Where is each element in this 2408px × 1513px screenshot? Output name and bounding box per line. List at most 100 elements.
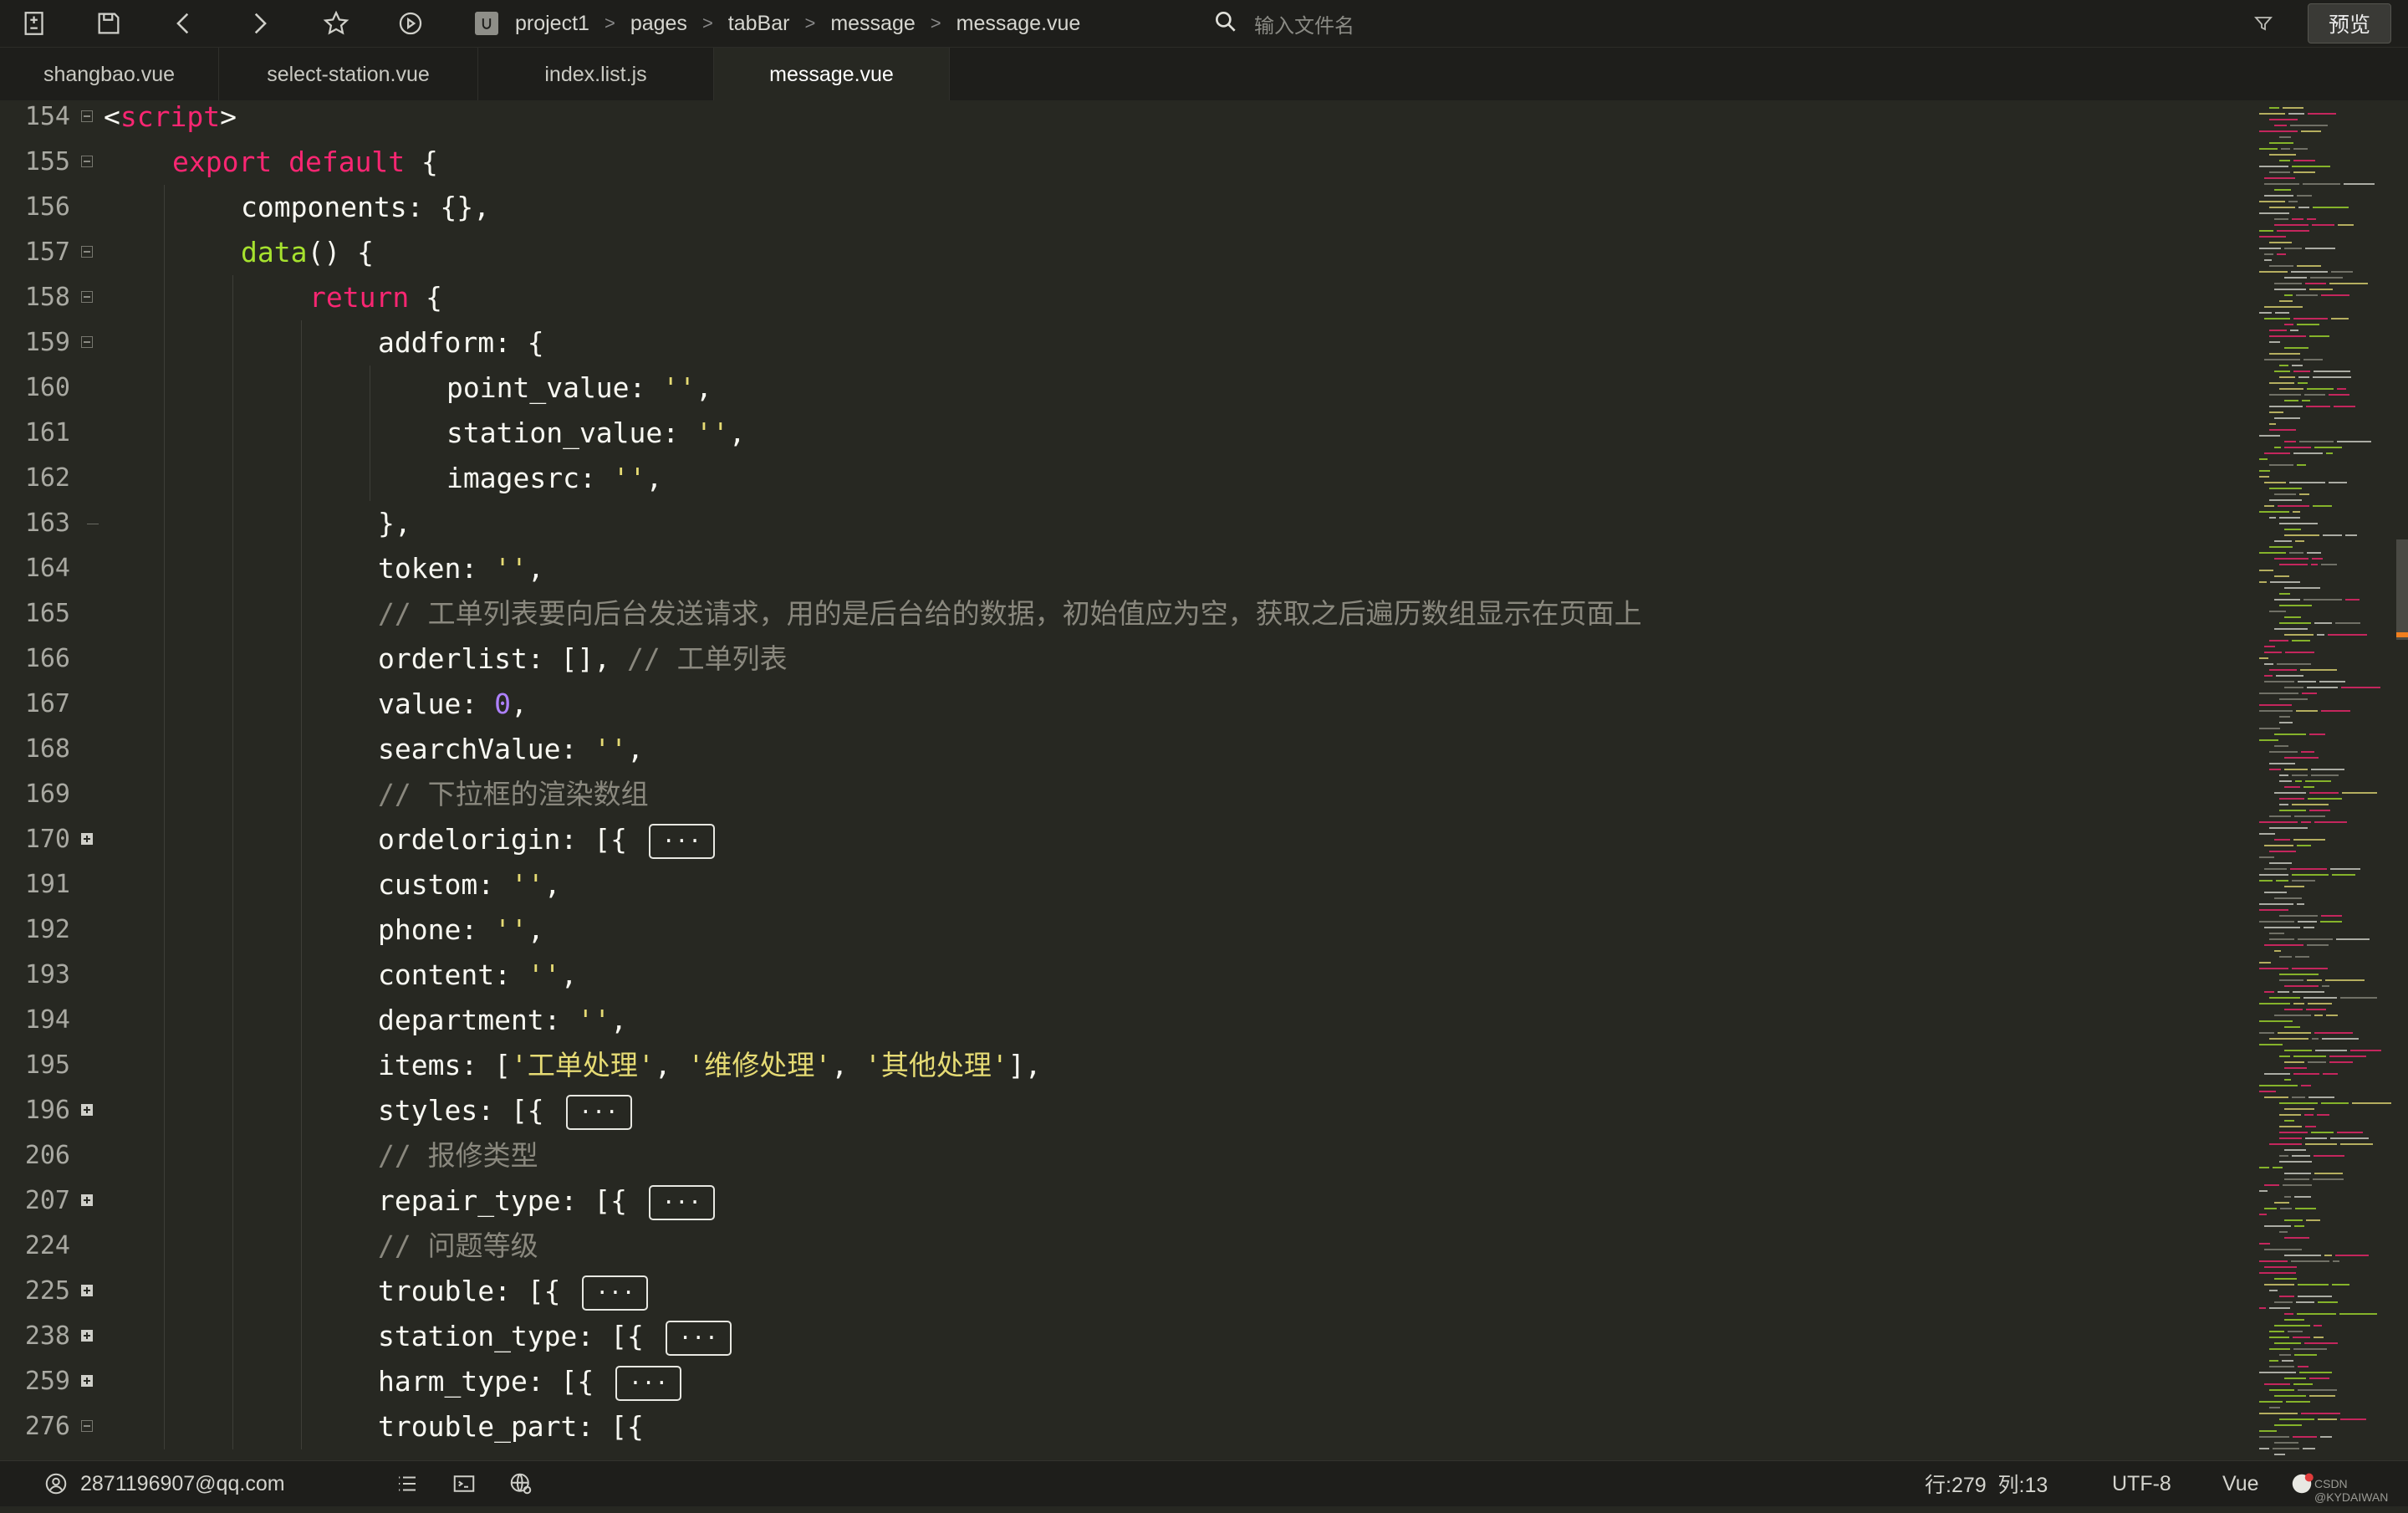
code-text[interactable]: styles: [{ ··· (378, 1088, 632, 1133)
collapse-fold-icon[interactable] (81, 336, 93, 348)
run-icon[interactable] (394, 7, 427, 40)
collapsed-block-button[interactable]: ··· (615, 1365, 682, 1401)
code-line[interactable]: 161 station_value: '', (0, 411, 2249, 456)
breadcrumb-item[interactable]: pages (630, 12, 687, 36)
tab-select-station[interactable]: select-station.vue (219, 48, 478, 101)
code-text[interactable]: <script> (104, 100, 237, 140)
breadcrumb-item[interactable]: project1 (515, 12, 589, 36)
breadcrumb-item[interactable]: message.vue (957, 12, 1081, 36)
globe-icon[interactable] (508, 1461, 533, 1506)
expand-fold-icon[interactable] (81, 1104, 93, 1116)
code-line[interactable]: 276 trouble_part: [{ (0, 1404, 2249, 1449)
list-icon[interactable] (395, 1461, 420, 1506)
code-text[interactable]: value: 0, (378, 682, 528, 727)
cursor-position[interactable]: 行:279 列:13 (1925, 1461, 2048, 1506)
file-encoding[interactable]: UTF-8 (2112, 1461, 2171, 1506)
save-icon[interactable] (92, 7, 125, 40)
code-line[interactable]: 162 imagesrc: '', (0, 456, 2249, 501)
back-icon[interactable] (167, 7, 201, 40)
code-line[interactable]: 164 token: '', (0, 546, 2249, 591)
code-line[interactable]: 159 addform: { (0, 320, 2249, 365)
code-line[interactable]: 259 harm_type: [{ ··· (0, 1359, 2249, 1404)
code-line[interactable]: 224 // 问题等级 (0, 1224, 2249, 1269)
collapsed-block-button[interactable]: ··· (665, 1320, 732, 1356)
code-text[interactable]: repair_type: [{ ··· (378, 1178, 715, 1224)
code-text[interactable]: components: {}, (241, 185, 490, 230)
code-line[interactable]: 169 // 下拉框的渲染数组 (0, 772, 2249, 817)
code-text[interactable]: addform: { (378, 320, 544, 365)
code-line[interactable]: 165 // 工单列表要向后台发送请求，用的是后台给的数据，初始值应为空，获取之后… (0, 591, 2249, 636)
code-line[interactable]: 158 return { (0, 275, 2249, 320)
file-language[interactable]: Vue (2222, 1461, 2259, 1506)
collapse-fold-icon[interactable] (81, 110, 93, 122)
star-icon[interactable] (319, 7, 353, 40)
code-text[interactable]: custom: '', (378, 862, 561, 907)
code-text[interactable]: items: ['工单处理', '维修处理', '其他处理'], (378, 1043, 1041, 1088)
tab-shangbao[interactable]: shangbao.vue (0, 48, 219, 101)
collapse-fold-icon[interactable] (81, 291, 93, 303)
forward-icon[interactable] (242, 7, 276, 40)
vertical-scrollbar-thumb[interactable] (2396, 539, 2408, 640)
preview-button[interactable]: 预览 (2308, 3, 2391, 43)
tab-index-list[interactable]: index.list.js (478, 48, 714, 101)
code-text[interactable]: trouble: [{ ··· (378, 1269, 649, 1314)
code-text[interactable]: point_value: '', (446, 365, 712, 411)
collapse-fold-icon[interactable] (81, 156, 93, 167)
code-line[interactable]: 155 export default { (0, 140, 2249, 185)
minimap[interactable] (2249, 100, 2408, 1460)
collapsed-block-button[interactable]: ··· (565, 1094, 632, 1130)
code-line[interactable]: 225 trouble: [{ ··· (0, 1269, 2249, 1314)
code-text[interactable]: orderlist: [], // 工单列表 (378, 636, 788, 682)
code-text[interactable]: token: '', (378, 546, 544, 591)
code-text[interactable]: station_type: [{ ··· (378, 1314, 732, 1359)
collapse-fold-icon[interactable] (81, 1420, 93, 1432)
code-text[interactable]: // 报修类型 (378, 1133, 538, 1178)
code-line[interactable]: 194 department: '', (0, 998, 2249, 1043)
code-text[interactable]: // 下拉框的渲染数组 (378, 772, 649, 817)
collapsed-block-button[interactable]: ··· (648, 1184, 715, 1220)
code-line[interactable]: 196 styles: [{ ··· (0, 1088, 2249, 1133)
code-line[interactable]: 192 phone: '', (0, 907, 2249, 953)
collapse-fold-icon[interactable] (81, 246, 93, 258)
expand-fold-icon[interactable] (81, 833, 93, 845)
code-line[interactable]: 154 <script> (0, 100, 2249, 140)
expand-fold-icon[interactable] (81, 1285, 93, 1296)
user-account[interactable]: 2871196907@qq.com (80, 1461, 285, 1506)
user-icon[interactable] (43, 1461, 69, 1506)
terminal-icon[interactable] (452, 1461, 477, 1506)
code-text[interactable]: return { (309, 275, 442, 320)
expand-fold-icon[interactable] (81, 1330, 93, 1342)
code-line[interactable]: 191 custom: '', (0, 862, 2249, 907)
notification-icon[interactable] (2289, 1461, 2314, 1506)
code-text[interactable]: // 工单列表要向后台发送请求，用的是后台给的数据，初始值应为空，获取之后遍历数… (378, 591, 1642, 636)
code-text[interactable]: searchValue: '', (378, 727, 644, 772)
code-line[interactable]: 163}, (0, 501, 2249, 546)
code-text[interactable]: imagesrc: '', (446, 456, 662, 501)
code-text[interactable]: trouble_part: [{ (378, 1404, 644, 1449)
filter-icon[interactable] (2253, 13, 2273, 33)
code-text[interactable]: content: '', (378, 953, 577, 998)
code-line[interactable]: 195 items: ['工单处理', '维修处理', '其他处理'], (0, 1043, 2249, 1088)
search-input[interactable]: 输入文件名 (1254, 9, 1354, 38)
code-line[interactable]: 168 searchValue: '', (0, 727, 2249, 772)
code-line[interactable]: 170 ordelorigin: [{ ··· (0, 817, 2249, 862)
file-search[interactable]: 输入文件名 (1212, 0, 1354, 47)
breadcrumb-item[interactable]: message (830, 12, 915, 36)
code-line[interactable]: 206 // 报修类型 (0, 1133, 2249, 1178)
code-text[interactable]: }, (378, 501, 411, 546)
code-line[interactable]: 156 components: {}, (0, 185, 2249, 230)
expand-fold-icon[interactable] (81, 1194, 93, 1206)
collapsed-block-button[interactable]: ··· (648, 823, 715, 859)
expand-fold-icon[interactable] (81, 1375, 93, 1387)
code-text[interactable]: export default { (172, 140, 438, 185)
code-text[interactable]: data() { (241, 230, 374, 275)
code-editor[interactable]: 154 <script> 155 export default {156 compone… (0, 100, 2249, 1460)
code-text[interactable]: station_value: '', (446, 411, 746, 456)
new-file-icon[interactable] (18, 7, 52, 40)
code-line[interactable]: 193 content: '', (0, 953, 2249, 998)
code-text[interactable]: ordelorigin: [{ ··· (378, 817, 715, 862)
code-line[interactable]: 166 orderlist: [], // 工单列表 (0, 636, 2249, 682)
code-text[interactable]: harm_type: [{ ··· (378, 1359, 682, 1404)
tab-message[interactable]: message.vue (714, 48, 950, 101)
code-line[interactable]: 160 point_value: '', (0, 365, 2249, 411)
